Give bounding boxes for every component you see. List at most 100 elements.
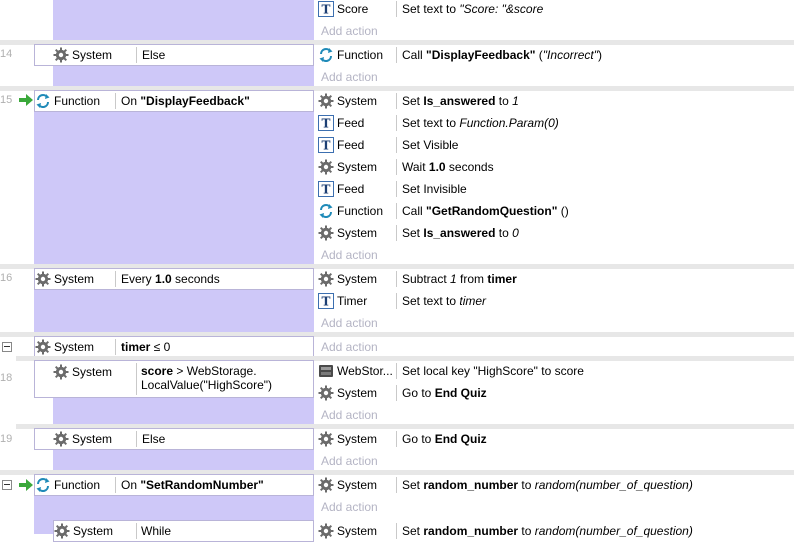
collapse-toggle[interactable] [2,342,12,352]
action-object: WebStor... [318,360,393,382]
add-action-link[interactable]: Add action [321,404,378,426]
condition-score-compare[interactable]: System score > WebStorage. LocalValue("Hi… [34,360,314,398]
collapse-toggle[interactable] [2,480,12,490]
condition-object: System [53,429,112,449]
gear-icon [318,93,334,109]
gear-icon [318,159,334,175]
condition-every[interactable]: System Every 1.0 seconds [34,268,314,290]
storage-icon [318,363,334,379]
gear-icon [318,225,334,241]
condition-text: While [141,524,172,538]
action-object: Feed [318,112,364,134]
event-number: 16 [0,272,13,284]
action-row[interactable]: Function Call "GetRandomQuestion" () [316,200,794,222]
action-text: Set Invisible [402,182,467,196]
event-number: 14 [0,48,13,60]
action-row[interactable]: System Go to End Quiz [316,428,794,450]
gear-icon [318,431,334,447]
event-block-background [53,0,314,40]
condition-else[interactable]: System Else [34,428,314,450]
action-object: System [318,382,377,404]
function-icon [318,47,334,63]
action-row[interactable]: Function Call "DisplayFeedback" ("Incorr… [316,44,794,66]
action-row[interactable]: Feed Set Invisible [316,178,794,200]
condition-on-function[interactable]: Function On "SetRandomNumber" [34,474,314,496]
add-action-link[interactable]: Add action [321,496,378,518]
condition-object: Function [35,475,100,495]
action-text: Set Visible [402,138,459,152]
condition-text: Else [142,432,166,446]
action-text: Call "DisplayFeedback" ("Incorrect") [402,48,602,62]
event-number: 18 [0,372,13,384]
function-icon [35,477,51,493]
action-row[interactable]: System Set Is_answered to 0 [316,222,794,244]
text-object-icon [318,1,334,17]
action-row[interactable]: System Set random_number to random(numbe… [316,474,794,496]
gear-icon [53,364,69,380]
add-action-link[interactable]: Add action [321,312,378,334]
condition-text: Every 1.0 seconds [121,272,220,286]
action-object: System [318,222,377,244]
action-text: Go to End Quiz [402,432,487,446]
condition-on-function[interactable]: Function On "DisplayFeedback" [34,90,314,112]
action-text: Subtract 1 from timer [402,272,517,286]
event-block-background [34,90,314,264]
action-row[interactable]: System Set random_number to random(numbe… [316,520,794,542]
add-action-link[interactable]: Add action [321,450,378,472]
gear-icon [35,271,51,287]
gear-icon [318,271,334,287]
action-object: System [318,520,377,542]
gear-icon [318,385,334,401]
condition-while[interactable]: System While [53,520,314,542]
action-object: System [318,428,377,450]
condition-object: System [35,337,94,357]
action-row[interactable]: Feed Set Visible [316,134,794,156]
action-object: Feed [318,134,364,156]
gear-icon [318,477,334,493]
action-object: Timer [318,290,367,312]
action-row[interactable]: Timer Set text to timer [316,290,794,312]
action-row[interactable]: WebStor... Set local key "HighScore" to s… [316,360,794,382]
action-object: Function [318,44,383,66]
action-text: Set random_number to random(number_of_qu… [402,524,693,538]
gear-icon [318,523,334,539]
condition-timer[interactable]: System timer ≤ 0 [34,336,314,358]
condition-text: On "DisplayFeedback" [121,94,250,108]
action-text: Set text to "Score: "&score [402,2,544,16]
condition-object: System [53,45,112,65]
action-text: Set text to timer [402,294,487,308]
gear-icon [54,523,70,539]
text-object-icon [318,181,334,197]
add-action-link[interactable]: Add action [321,244,378,266]
action-row[interactable]: System Go to End Quiz [316,382,794,404]
action-object: System [318,474,377,496]
condition-else[interactable]: System Else [34,44,314,66]
trigger-arrow-icon [18,477,34,496]
condition-text: Else [142,48,166,62]
action-text: Set Is_answered to 1 [402,94,519,108]
action-text: Set Is_answered to 0 [402,226,519,240]
add-action-link[interactable]: Add action [321,66,378,88]
condition-object: System [53,362,112,382]
action-row[interactable]: System Subtract 1 from timer [316,268,794,290]
action-object: System [318,156,377,178]
action-row[interactable]: System Set Is_answered to 1 [316,90,794,112]
action-text: Go to End Quiz [402,386,487,400]
action-text: Call "GetRandomQuestion" () [402,204,569,218]
action-text: Set text to Function.Param(0) [402,116,559,130]
action-row[interactable]: Score Set text to "Score: "&score [316,0,794,20]
event-number: 15 [0,94,13,106]
add-action-link[interactable]: Add action [321,20,378,42]
action-object: System [318,90,377,112]
condition-text: On "SetRandomNumber" [121,478,264,492]
action-row[interactable]: Feed Set text to Function.Param(0) [316,112,794,134]
condition-text: score > WebStorage. LocalValue("HighScore… [141,364,273,392]
action-object: Function [318,200,383,222]
action-object: System [318,268,377,290]
text-object-icon [318,137,334,153]
condition-text: timer ≤ 0 [121,340,171,354]
function-icon [35,93,51,109]
action-row[interactable]: System Wait 1.0 seconds [316,156,794,178]
text-object-icon [318,293,334,309]
add-action-link[interactable]: Add action [321,336,378,358]
